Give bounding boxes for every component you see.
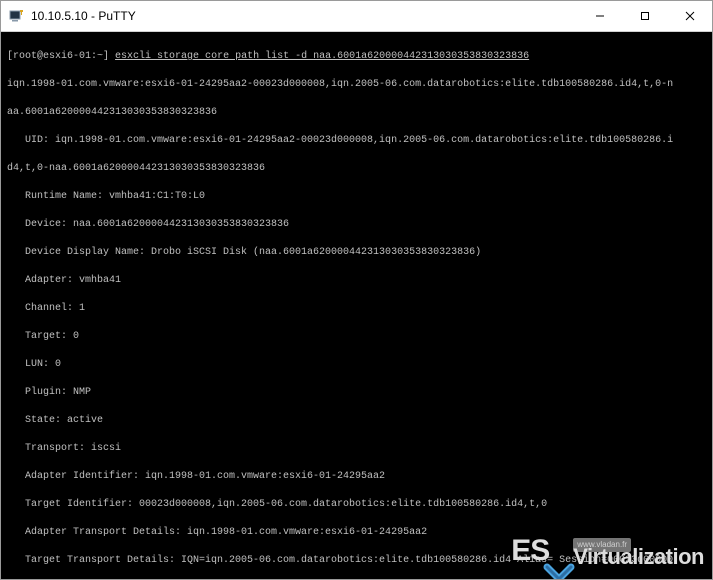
watermark-domain: www.vladan.fr bbox=[573, 538, 631, 552]
output-line: aa.6001a620000442313030353830323836 bbox=[7, 106, 712, 120]
output-line: d4,t,0-naa.6001a620000442313030353830323… bbox=[7, 162, 712, 176]
prompt-line: [root@esxi6-01:~] esxcli storage core pa… bbox=[7, 50, 712, 64]
close-button[interactable] bbox=[667, 1, 712, 31]
output-line: Adapter: vmhba41 bbox=[7, 274, 712, 288]
minimize-button[interactable] bbox=[577, 1, 622, 31]
prompt-user: [root@esxi6-01:~] bbox=[7, 51, 109, 62]
output-line: Adapter Identifier: iqn.1998-01.com.vmwa… bbox=[7, 470, 712, 484]
output-line: Channel: 1 bbox=[7, 302, 712, 316]
output-line: Target: 0 bbox=[7, 330, 712, 344]
putty-icon bbox=[9, 8, 25, 24]
putty-window: 10.10.5.10 - PuTTY [root@esxi6-01:~] esx… bbox=[0, 0, 713, 580]
output-line: State: active bbox=[7, 414, 712, 428]
output-line: Device: naa.6001a62000044231303035383032… bbox=[7, 218, 712, 232]
output-line: Target Transport Details: IQN=iqn.2005-0… bbox=[7, 554, 712, 568]
output-line: iqn.1998-01.com.vmware:esxi6-01-24295aa2… bbox=[7, 78, 712, 92]
output-line: UID: iqn.1998-01.com.vmware:esxi6-01-242… bbox=[7, 134, 712, 148]
output-line: Target Identifier: 00023d000008,iqn.2005… bbox=[7, 498, 712, 512]
output-line: Plugin: NMP bbox=[7, 386, 712, 400]
output-line: Transport: iscsi bbox=[7, 442, 712, 456]
window-title: 10.10.5.10 - PuTTY bbox=[31, 9, 577, 23]
maximize-button[interactable] bbox=[622, 1, 667, 31]
output-line: Runtime Name: vmhba41:C1:T0:L0 bbox=[7, 190, 712, 204]
command-text: esxcli storage core path list -d naa.600… bbox=[115, 51, 529, 62]
output-line: Adapter Transport Details: iqn.1998-01.c… bbox=[7, 526, 712, 540]
output-line: LUN: 0 bbox=[7, 358, 712, 372]
titlebar[interactable]: 10.10.5.10 - PuTTY bbox=[1, 1, 712, 32]
output-line: Device Display Name: Drobo iSCSI Disk (n… bbox=[7, 246, 712, 260]
window-buttons bbox=[577, 1, 712, 31]
terminal-area[interactable]: [root@esxi6-01:~] esxcli storage core pa… bbox=[1, 32, 712, 579]
